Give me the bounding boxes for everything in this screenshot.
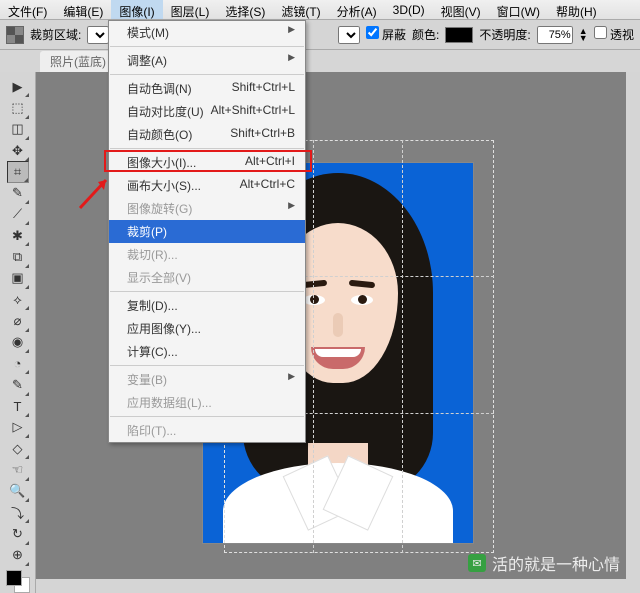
tool-8[interactable]: ⧉: [7, 246, 29, 267]
menu-item-裁切R: 裁切(R)...: [109, 243, 305, 266]
tool-22[interactable]: ⊕: [7, 545, 29, 566]
tool-11[interactable]: ⌀: [7, 310, 29, 331]
menu-分析[interactable]: 分析(A): [329, 0, 385, 19]
tool-14[interactable]: ✎: [7, 374, 29, 395]
tool-16[interactable]: ▷: [7, 417, 29, 438]
color-label: 颜色:: [412, 26, 439, 43]
tool-10[interactable]: ⟡: [7, 289, 29, 310]
menu-图像[interactable]: 图像(I): [111, 0, 162, 19]
tab-title: 照片(蓝底): [50, 53, 106, 70]
annotation-arrow: [76, 172, 116, 212]
menu-滤镜[interactable]: 滤镜(T): [273, 0, 328, 19]
tool-18[interactable]: ☜: [7, 459, 29, 480]
shield-color-swatch[interactable]: [445, 27, 473, 43]
menu-item-画布大小S[interactable]: 画布大小(S)...Alt+Ctrl+C: [109, 174, 305, 197]
watermark: ✉ 活的就是一种心情: [468, 551, 620, 575]
wechat-icon: ✉: [468, 554, 486, 572]
crop-area-select[interactable]: [87, 26, 109, 44]
menu-item-自动色调N[interactable]: 自动色调(N)Shift+Ctrl+L: [109, 77, 305, 100]
tool-1[interactable]: ⬚: [7, 97, 29, 118]
menu-item-调整A[interactable]: 调整(A)▶: [109, 49, 305, 72]
options-bar: 裁剪区域: 屏蔽 颜色: 不透明度: ▲▼ 透视: [0, 20, 640, 50]
horizontal-scrollbar[interactable]: [36, 579, 640, 593]
menu-bar: 文件(F)编辑(E)图像(I)图层(L)选择(S)滤镜(T)分析(A)3D(D)…: [0, 0, 640, 20]
shield-checkbox[interactable]: 屏蔽: [366, 26, 406, 43]
tool-15[interactable]: T: [7, 396, 29, 417]
menu-item-图像旋转G: 图像旋转(G)▶: [109, 197, 305, 220]
menu-item-图像大小I[interactable]: 图像大小(I)...Alt+Ctrl+I: [109, 151, 305, 174]
menu-item-显示全部V: 显示全部(V): [109, 266, 305, 289]
menu-帮助[interactable]: 帮助(H): [548, 0, 605, 19]
menu-item-模式M[interactable]: 模式(M)▶: [109, 21, 305, 44]
menu-item-计算C[interactable]: 计算(C)...: [109, 340, 305, 363]
menu-item-复制D[interactable]: 复制(D)...: [109, 294, 305, 317]
menu-item-裁剪P[interactable]: 裁剪(P): [109, 220, 305, 243]
color-picker[interactable]: [6, 570, 30, 593]
tool-5[interactable]: ✎: [7, 183, 29, 204]
menu-3d[interactable]: 3D(D): [385, 0, 433, 19]
opacity-input[interactable]: [537, 26, 573, 44]
tool-12[interactable]: ◉: [7, 332, 29, 353]
tool-17[interactable]: ◇: [7, 438, 29, 459]
menu-图层[interactable]: 图层(L): [163, 0, 218, 19]
perspective-checkbox[interactable]: 透视: [594, 26, 634, 43]
menu-item-陷印T: 陷印(T)...: [109, 419, 305, 442]
document-tabs: 照片(蓝底) ✕: [0, 50, 640, 72]
tool-6[interactable]: ⟋: [7, 204, 29, 225]
menu-视图[interactable]: 视图(V): [433, 0, 489, 19]
tool-9[interactable]: ▣: [7, 268, 29, 289]
tool-13[interactable]: ◔: [7, 353, 29, 374]
menu-item-应用图像Y[interactable]: 应用图像(Y)...: [109, 317, 305, 340]
tool-4[interactable]: ⌗: [7, 161, 29, 182]
menu-文件[interactable]: 文件(F): [0, 0, 55, 19]
crop-icon: [6, 26, 24, 44]
tool-20[interactable]: ⤵: [7, 502, 29, 523]
tool-3[interactable]: ✥: [7, 140, 29, 161]
tool-2[interactable]: ◫: [7, 119, 29, 140]
tool-19[interactable]: 🔍: [7, 481, 29, 502]
vertical-scrollbar[interactable]: [626, 72, 640, 593]
menu-编辑[interactable]: 编辑(E): [55, 0, 111, 19]
menu-item-变量B: 变量(B)▶: [109, 368, 305, 391]
menu-item-应用数据组L: 应用数据组(L)...: [109, 391, 305, 414]
menu-窗口[interactable]: 窗口(W): [489, 0, 548, 19]
crop-area-label: 裁剪区域:: [30, 26, 81, 43]
menu-item-自动颜色O[interactable]: 自动颜色(O)Shift+Ctrl+B: [109, 123, 305, 146]
opacity-stepper[interactable]: ▲▼: [579, 28, 588, 42]
tool-21[interactable]: ↻: [7, 523, 29, 544]
tool-7[interactable]: ✱: [7, 225, 29, 246]
toolbox: ▶⬚◫✥⌗✎⟋✱⧉▣⟡⌀◉◔✎T▷◇☜🔍⤵↻⊕: [0, 72, 36, 593]
menu-item-自动对比度U[interactable]: 自动对比度(U)Alt+Shift+Ctrl+L: [109, 100, 305, 123]
tool-0[interactable]: ▶: [7, 76, 29, 97]
aux-select[interactable]: [338, 26, 360, 44]
opacity-label: 不透明度:: [479, 26, 530, 43]
menu-选择[interactable]: 选择(S): [217, 0, 273, 19]
image-menu-dropdown: 模式(M)▶ 调整(A)▶ 自动色调(N)Shift+Ctrl+L自动对比度(U)A…: [108, 20, 306, 443]
